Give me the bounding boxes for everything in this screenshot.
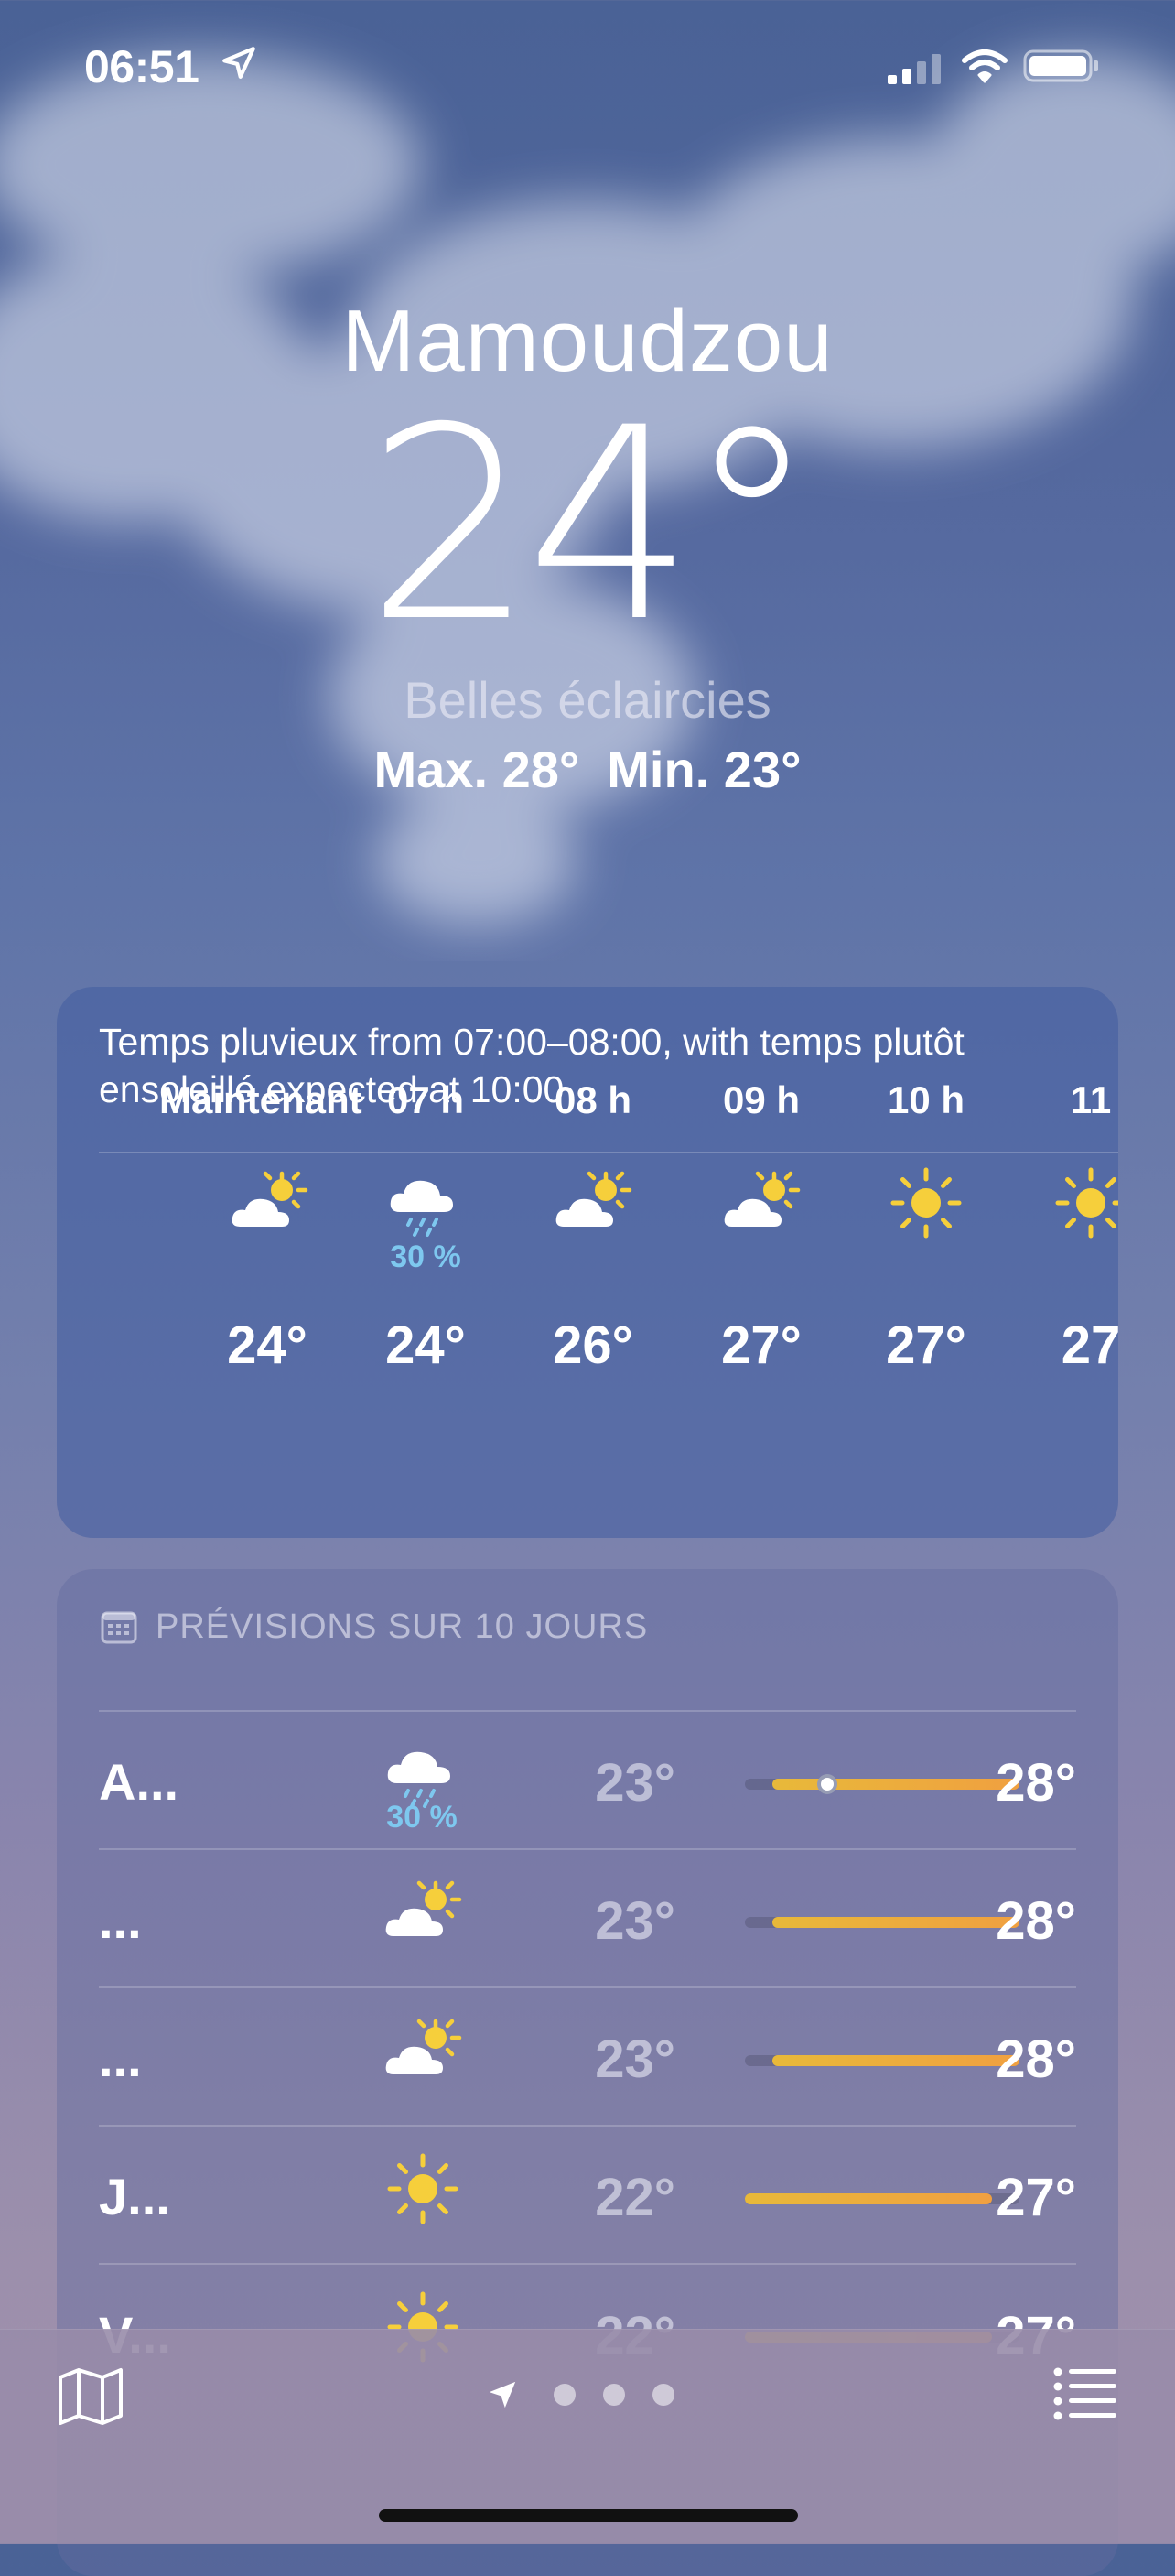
day-low: 23° [595, 2029, 675, 2089]
status-time: 06:51 [84, 41, 199, 92]
status-bar: 06:51 [0, 0, 1175, 128]
day-high: 28° [996, 2029, 1076, 2089]
sun-icon [1049, 1161, 1118, 1245]
sun-icon [884, 1161, 968, 1245]
calendar-icon [101, 1611, 137, 1644]
day-name: ... [99, 1891, 142, 1949]
hour-temp: 27° [886, 1315, 966, 1375]
partly-sunny-icon [381, 1870, 465, 1954]
hour-label: Maintenant [159, 1078, 362, 1121]
hour-label: 11 [1070, 1078, 1112, 1121]
day-high: 28° [996, 1753, 1076, 1813]
wifi-icon [962, 49, 1008, 83]
hourly-forecast-card[interactable]: Temps pluvieux from 07:00–08:00, with te… [57, 987, 1118, 1538]
hour-temp: 24° [227, 1315, 307, 1375]
day-name: ... [99, 2029, 142, 2087]
cellular-signal-icon [888, 54, 941, 84]
day-high: 28° [996, 1891, 1076, 1951]
precip-chance: 30 % [386, 1800, 458, 1835]
day-name: J... [99, 2168, 170, 2225]
battery-icon [1023, 49, 1098, 82]
day-low: 22° [595, 2168, 675, 2227]
partly-sunny-icon [381, 2008, 465, 2093]
bottom-toolbar [0, 2329, 1175, 2544]
page-dot[interactable] [652, 2384, 674, 2406]
location-arrow-icon [222, 47, 255, 79]
list-icon[interactable] [1052, 2366, 1118, 2423]
day-low: 23° [595, 1753, 675, 1813]
hour-label: 08 h [554, 1078, 632, 1121]
hourly-item: 11 27 [1008, 987, 1118, 1375]
hour-temp: 26° [553, 1315, 633, 1375]
day-high: 27° [996, 2168, 1076, 2227]
page-dot[interactable] [603, 2384, 625, 2406]
partly-sunny-icon [719, 1161, 803, 1245]
temp-range-fill [745, 2193, 992, 2204]
partly-sunny-icon [227, 1161, 311, 1245]
high-temp: Max. 28° [373, 741, 580, 798]
current-temp-marker [817, 1774, 837, 1794]
rain-cloud-icon [383, 1161, 468, 1245]
hourly-item: 07 h 30 % 24° [343, 987, 508, 1375]
page-indicator[interactable] [0, 2379, 1175, 2416]
precip-chance: 30 % [390, 1239, 461, 1274]
hour-label: 09 h [722, 1078, 801, 1121]
sun-icon [381, 2147, 465, 2231]
hourly-item: 09 h 27° [679, 987, 844, 1375]
daily-row[interactable]: ... 23° 28° [99, 1850, 1076, 1987]
hour-temp: 24° [385, 1315, 466, 1375]
condition-text: Belles éclaircies [404, 671, 771, 729]
hourly-item: 08 h 26° [511, 987, 675, 1375]
day-name: A... [99, 1753, 179, 1811]
hour-label: 10 h [887, 1078, 965, 1121]
hourly-item: 10 h 27° [844, 987, 1008, 1375]
hour-temp: 27° [721, 1315, 802, 1375]
home-indicator [379, 2509, 798, 2522]
daily-row[interactable]: ... 23° 28° [99, 1988, 1076, 2126]
day-low: 23° [595, 1891, 675, 1951]
daily-row[interactable]: A... 30 % 23° 28° [99, 1712, 1076, 1849]
partly-sunny-icon [551, 1161, 635, 1245]
daily-row[interactable]: J... 22° 27° [99, 2127, 1076, 2264]
hour-temp: 27 [1061, 1315, 1118, 1375]
hourly-scroller[interactable]: Maintenant 24° 07 h 30 % 24° 08 h 26° 09 h 27° 10… [57, 987, 1118, 1538]
current-temperature: 24° [365, 372, 818, 680]
location-arrow-icon [489, 2381, 516, 2408]
hour-label: 07 h [386, 1078, 465, 1121]
low-temp: Min. 23° [607, 741, 802, 798]
daily-header: PRÉVISIONS SUR 10 JOURS [156, 1607, 649, 1646]
high-low: Max. 28° Min. 23° [0, 740, 1175, 799]
hourly-item: Maintenant 24° [112, 987, 362, 1375]
page-dot[interactable] [554, 2384, 576, 2406]
